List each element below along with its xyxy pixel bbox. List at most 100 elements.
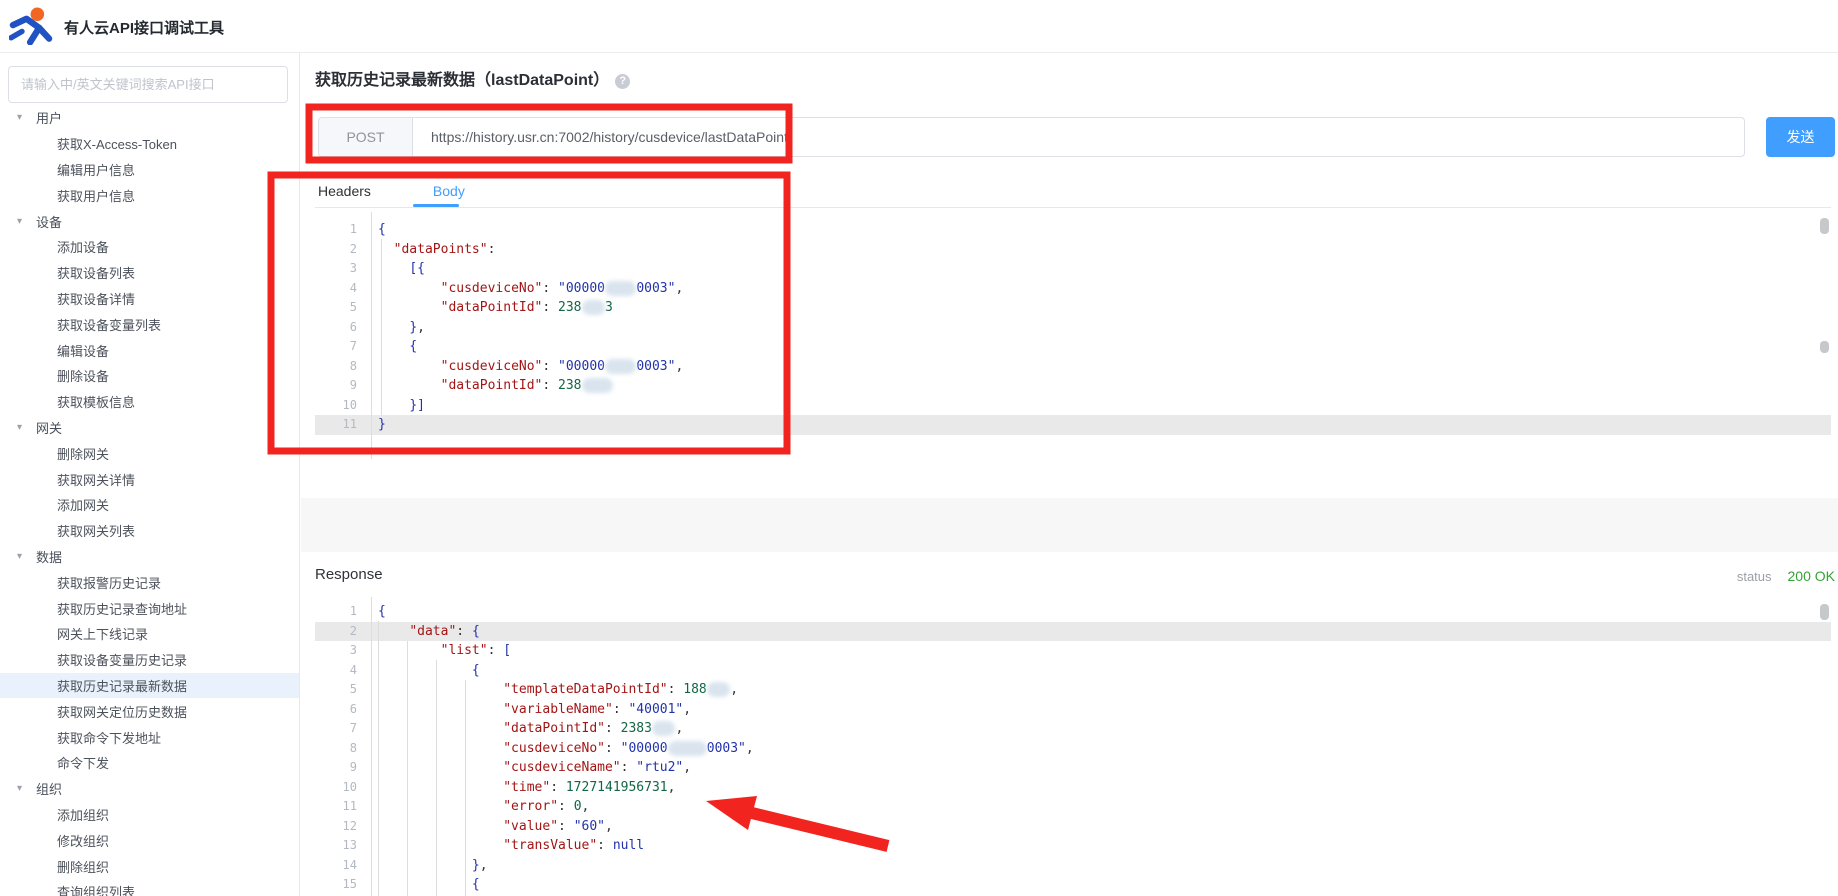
request-body-editor[interactable]: 1{2 "dataPoints":3 [{4 "cusdeviceNo": "0… [315,212,1831,459]
sidebar-item-命令下发[interactable]: 命令下发 [0,750,299,776]
sidebar-item-获取X-Access-Token[interactable]: 获取X-Access-Token [0,131,299,157]
line-number: 7 [315,337,371,357]
code-text: "time": 1727141956731, [371,778,675,798]
sidebar-item-获取历史记录最新数据[interactable]: 获取历史记录最新数据 [0,673,299,699]
response-section-title: Response [315,566,383,583]
caret-down-icon: ▾ [17,551,29,562]
sidebar: ▾用户获取X-Access-Token编辑用户信息获取用户信息▾设备添加设备获取… [0,53,300,896]
code-line: 10 }] [315,396,1831,416]
indent-guide [465,680,466,896]
sidebar-item-获取报警历史记录[interactable]: 获取报警历史记录 [0,569,299,595]
search-input[interactable] [8,66,288,103]
sidebar-item-删除设备[interactable]: 删除设备 [0,363,299,389]
line-number: 2 [315,622,371,642]
code-line: 7 "dataPointId": 2383894, [315,719,1831,739]
sidebar-group-网关[interactable]: ▾网关 [0,415,299,441]
line-number: 8 [315,357,371,377]
sidebar-item-获取命令下发地址[interactable]: 获取命令下发地址 [0,724,299,750]
code-line: 1{ [315,602,1831,622]
line-number: 8 [315,739,371,759]
sidebar-item-获取用户信息[interactable]: 获取用户信息 [0,182,299,208]
code-text: "data": { [371,622,480,642]
code-line: 6 }, [315,318,1831,338]
gutter-divider [371,597,372,896]
line-number: 11 [315,797,371,817]
scrollbar-thumb[interactable] [1820,604,1829,620]
method-select[interactable]: POST [319,118,413,156]
api-title-text: 获取历史记录最新数据（lastDataPoint） [315,72,609,89]
sidebar-item-修改组织[interactable]: 修改组织 [0,827,299,853]
code-text: "cusdeviceNo": "0000089440003", [371,357,683,377]
line-number: 4 [315,279,371,299]
code-text: "dataPointId": 2383894, [371,719,683,739]
code-line: 6 "variableName": "40001", [315,700,1831,720]
scrollbar-thumb[interactable] [1820,341,1829,353]
sidebar-item-获取设备变量列表[interactable]: 获取设备变量列表 [0,311,299,337]
indent-guide [381,239,382,415]
code-line: 3 [{ [315,259,1831,279]
code-text: "error": 0, [371,797,589,817]
sidebar-item-获取网关详情[interactable]: 获取网关详情 [0,466,299,492]
sidebar-item-查询组织列表[interactable]: 查询组织列表 [0,879,299,896]
line-number: 6 [315,318,371,338]
sidebar-item-获取设备详情[interactable]: 获取设备详情 [0,286,299,312]
line-number: 3 [315,641,371,661]
redacted-value: 894 [707,682,730,697]
sidebar-group-用户[interactable]: ▾ 用户 [0,105,299,131]
sidebar-item-获取网关列表[interactable]: 获取网关列表 [0,518,299,544]
code-line: 8 "cusdeviceNo": "00000894450003", [315,739,1831,759]
redacted-value: 8944 [582,378,613,393]
code-text: "list": [ [371,641,511,661]
sidebar-item-删除网关[interactable]: 删除网关 [0,440,299,466]
code-line: 5 "templateDataPointId": 188894, [315,680,1831,700]
sidebar-item-获取历史记录查询地址[interactable]: 获取历史记录查询地址 [0,595,299,621]
code-text: { [371,220,386,240]
sidebar-group-组织[interactable]: ▾组织 [0,776,299,802]
code-text: [{ [371,259,425,279]
line-number: 15 [315,875,371,895]
scrollbar-thumb[interactable] [1820,218,1829,234]
sidebar-group-设备[interactable]: ▾设备 [0,208,299,234]
sidebar-item-网关上下线记录[interactable]: 网关上下线记录 [0,621,299,647]
caret-down-icon: ▾ [17,112,29,123]
sidebar-item-删除组织[interactable]: 删除组织 [0,853,299,879]
code-text: }, [371,856,488,876]
sidebar-group-数据[interactable]: ▾数据 [0,544,299,570]
redacted-value: 8944 [605,359,636,374]
sidebar-item-获取模板信息[interactable]: 获取模板信息 [0,389,299,415]
sidebar-item-添加网关[interactable]: 添加网关 [0,492,299,518]
line-number: 10 [315,778,371,798]
sidebar-item-编辑设备[interactable]: 编辑设备 [0,337,299,363]
help-icon[interactable]: ? [615,74,630,89]
sidebar-item-获取设备列表[interactable]: 获取设备列表 [0,260,299,286]
line-number: 14 [315,856,371,876]
code-text: "transValue": null [371,836,644,856]
sidebar-item-添加组织[interactable]: 添加组织 [0,802,299,828]
send-button[interactable]: 发送 [1766,117,1835,157]
code-text: "variableName": "40001", [371,700,691,720]
code-text: { [371,337,417,357]
code-text: "dataPoints": [371,240,495,260]
sidebar-item-获取网关定位历史数据[interactable]: 获取网关定位历史数据 [0,698,299,724]
response-editor[interactable]: 1{2 "data": {3 "list": [4 {5 "templateDa… [315,597,1831,896]
code-line: 4 { [315,661,1831,681]
group-label: 组织 [36,779,62,798]
line-number: 2 [315,240,371,260]
code-line: 13 "transValue": null [315,836,1831,856]
url-input[interactable] [413,118,1744,156]
line-number: 6 [315,700,371,720]
search-box [8,66,288,103]
group-label: 用户 [36,108,62,127]
status-label: status [1737,569,1772,584]
line-number: 3 [315,259,371,279]
code-text: "cusdeviceName": "rtu2", [371,758,691,778]
sidebar-item-添加设备[interactable]: 添加设备 [0,234,299,260]
sidebar-item-编辑用户信息[interactable]: 编辑用户信息 [0,157,299,183]
indent-guide [407,641,408,896]
code-line: 2 "dataPoints": [315,240,1831,260]
tab-headers[interactable]: Headers [318,183,371,209]
code-text: "cusdeviceNo": "0000089440003", [371,279,683,299]
request-url-bar: POST [318,117,1745,157]
line-number: 9 [315,758,371,778]
sidebar-item-获取设备变量历史记录[interactable]: 获取设备变量历史记录 [0,647,299,673]
